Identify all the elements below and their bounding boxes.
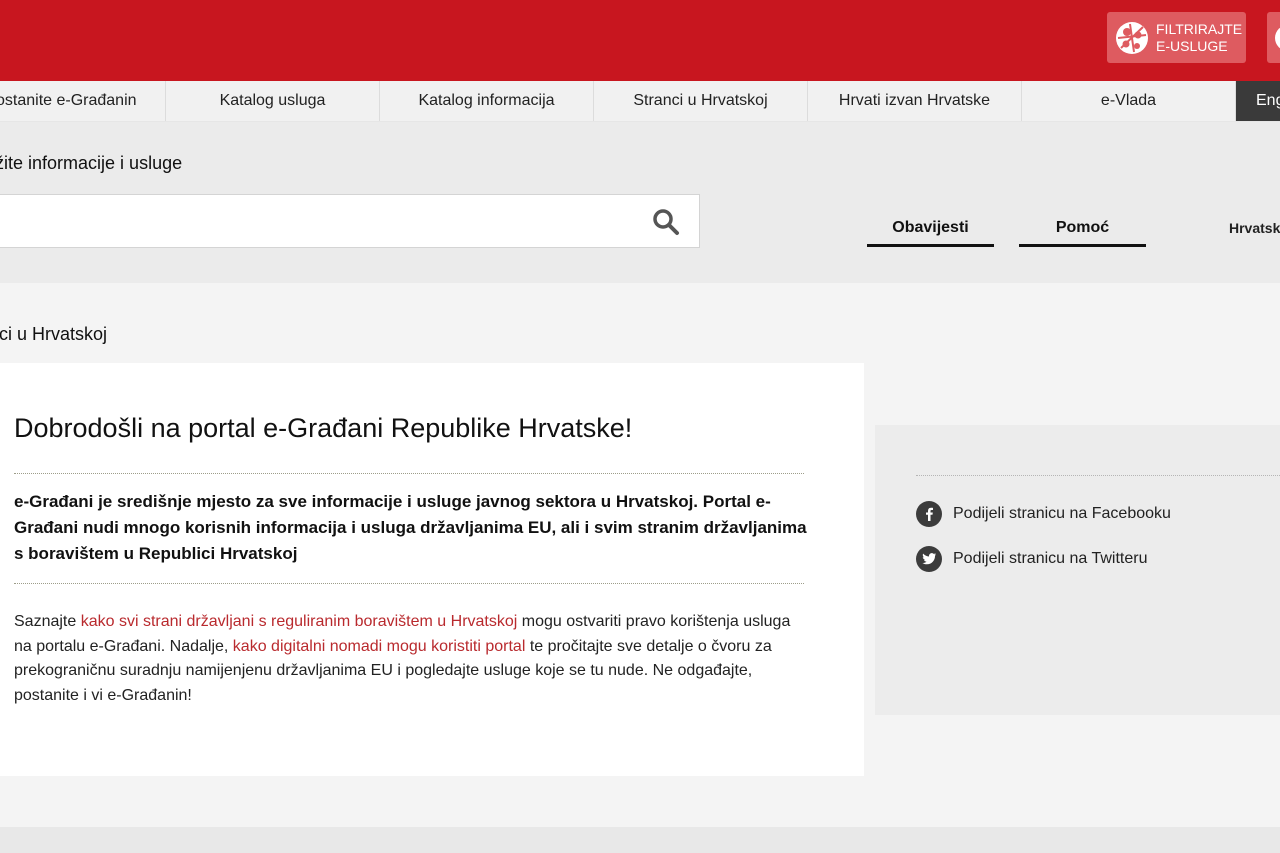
link-foreigners-residence[interactable]: kako svi strani državljani s reguliranim… [81,613,518,630]
share-facebook-link[interactable]: Podijeli stranicu na Facebooku [916,501,1171,527]
nav-item-e-government[interactable]: e-Vlada [1022,81,1236,121]
nav-item-foreigners[interactable]: Stranci u Hrvatskoj [594,81,808,121]
nav-item-become-citizen[interactable]: ostanite e-Građanin [0,81,166,121]
nav-item-label: Katalog informacija [418,92,555,109]
tab-label: Pomoć [1055,219,1110,236]
language-select[interactable]: Hrvatski [1229,220,1280,236]
twitter-icon [916,546,942,572]
divider [14,473,804,474]
nav-item-label: Stranci u Hrvatskoj [633,92,768,109]
nav-item-label: ostanite e-Građanin [0,92,137,109]
share-twitter-label: Podijeli stranicu na Twitteru [953,550,1148,567]
filter-button-line1: FILTRIRAJTE [1156,20,1243,37]
nav-item-language[interactable]: Eng [1236,81,1280,121]
link-digital-nomads[interactable]: kako digitalni nomadi mogu koristiti por… [233,638,526,655]
search-box [0,194,700,248]
nav-item-label: Hrvati izvan Hrvatske [838,92,991,109]
search-input[interactable] [9,205,613,237]
tab-help[interactable]: Pomoć [1019,209,1146,247]
nav-item-info-catalog[interactable]: Katalog informacija [380,81,594,121]
lead-paragraph: e-Građani je središnje mjesto za sve inf… [14,492,807,563]
main-navigation: ostanite e-Građanin Katalog usluga Katal… [0,81,1280,122]
breadcrumb[interactable]: nci u Hrvatskoj [0,324,107,345]
top-header-bar [0,0,1280,81]
page-title: Dobrodošli na portal e-Građani Republike… [14,413,633,443]
facebook-icon [916,501,942,527]
footer-band [0,827,1280,853]
divider [14,583,804,584]
globe-icon [1116,21,1148,54]
nav-item-croats-abroad[interactable]: Hrvati izvan Hrvatske [808,81,1022,121]
language-label: Eng [1256,92,1280,109]
search-label: ažite informacije i usluge [0,153,183,173]
share-twitter-link[interactable]: Podijeli stranicu na Twitteru [916,546,1147,572]
nav-item-label: e-Vlada [1100,92,1157,109]
user-button[interactable] [1267,12,1280,63]
user-icon [1275,25,1280,51]
filter-button-line2: E-USLUGE [1156,37,1228,54]
nav-item-service-catalog[interactable]: Katalog usluga [166,81,380,121]
body-text-part: Saznajte [14,613,81,630]
divider [916,475,1280,476]
body-paragraph: Saznajte kako svi strani državljani s re… [14,610,794,708]
search-icon[interactable] [651,207,681,237]
tab-label: Obavijesti [892,219,969,236]
filter-eservices-button[interactable]: FILTRIRAJTE E-USLUGE [1107,12,1246,63]
tab-notifications[interactable]: Obavijesti [867,209,994,247]
nav-item-label: Katalog usluga [219,92,326,109]
share-facebook-label: Podijeli stranicu na Facebooku [953,505,1171,522]
